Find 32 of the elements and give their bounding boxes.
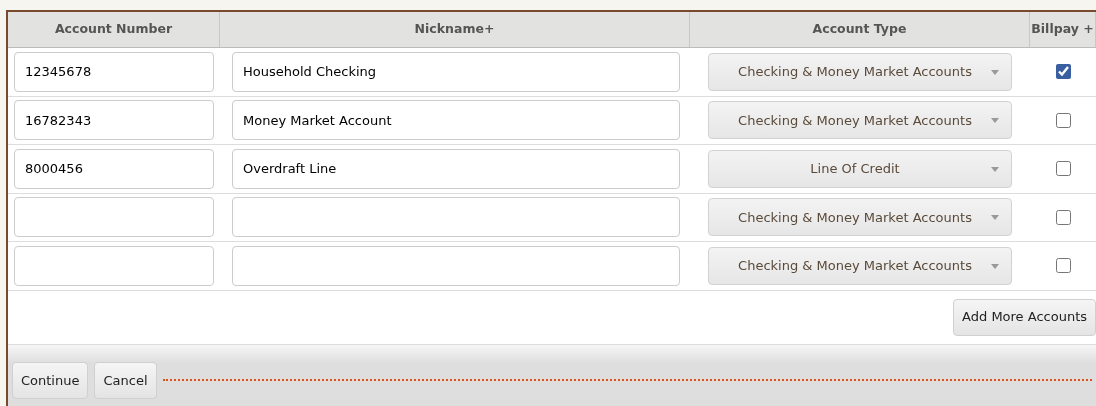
cancel-button[interactable]: Cancel — [94, 361, 157, 399]
column-header: Nickname+ — [220, 12, 690, 47]
column-header: Billpay + — [1030, 12, 1096, 47]
billpay-checkbox[interactable] — [1055, 64, 1071, 80]
caret-icon — [991, 166, 999, 172]
nickname-field[interactable] — [232, 245, 680, 286]
account-type-dropdown[interactable]: Line Of Credit — [708, 149, 1012, 188]
account-number-field[interactable] — [14, 197, 214, 238]
column-header: Account Number — [8, 12, 220, 47]
caret-icon — [991, 118, 999, 124]
nickname-field[interactable]: Money Market Account — [232, 100, 680, 141]
continue-button[interactable]: Continue — [12, 361, 89, 399]
account-type-dropdown[interactable]: Checking & Money Market Accounts — [708, 198, 1012, 237]
billpay-checkbox[interactable] — [1055, 161, 1071, 177]
nickname-field[interactable] — [232, 197, 680, 238]
billpay-checkbox[interactable] — [1055, 209, 1071, 225]
account-type-dropdown[interactable]: Checking & Money Market Accounts — [708, 101, 1012, 140]
caret-icon — [991, 215, 999, 221]
add-more-accounts-button[interactable]: Add More Accounts — [953, 298, 1096, 336]
account-number-field[interactable]: 12345678 — [14, 51, 214, 92]
billpay-checkbox[interactable] — [1055, 258, 1071, 274]
nickname-field[interactable]: Overdraft Line — [232, 148, 680, 189]
account-number-field[interactable]: 16782343 — [14, 100, 214, 141]
billpay-checkbox[interactable] — [1055, 112, 1071, 128]
account-number-field[interactable]: 8000456 — [14, 148, 214, 189]
account-number-field[interactable] — [14, 245, 214, 286]
caret-icon — [991, 69, 999, 75]
nickname-field[interactable]: Household Checking — [232, 51, 680, 92]
account-type-dropdown[interactable]: Checking & Money Market Accounts — [708, 52, 1012, 91]
caret-icon — [991, 263, 999, 269]
account-type-dropdown[interactable]: Checking & Money Market Accounts — [708, 246, 1012, 285]
column-header: Account Type — [690, 12, 1030, 47]
